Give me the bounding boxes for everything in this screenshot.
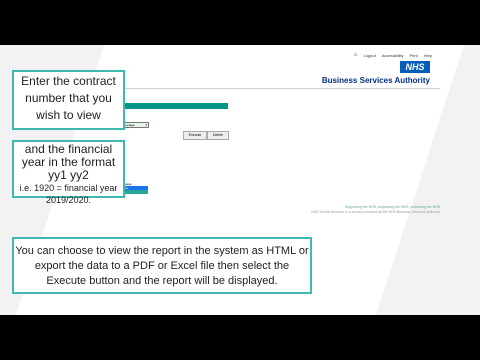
chevron-down-icon: ▾ (145, 122, 147, 127)
org-name: Business Services Authority (321, 76, 430, 85)
nav-help[interactable]: Help (424, 53, 432, 58)
delete-button[interactable]: Delete (207, 131, 229, 140)
execute-button[interactable]: Execute (183, 131, 207, 140)
callout-contract: Enter the contract number that you wish … (12, 70, 125, 130)
nav-logout[interactable]: Logout (364, 53, 376, 58)
top-navigation: ⌂ Logout Accessibility Print Help (354, 52, 432, 58)
callout-year-example: i.e. 1920 = financial year 2019/2020. (19, 183, 118, 205)
callout-output: You can choose to view the report in the… (12, 237, 312, 294)
header-divider (115, 88, 440, 89)
nav-print[interactable]: Print (410, 53, 418, 58)
nhs-logo: NHS (400, 61, 430, 73)
callout-year: and the financial year in the format yy1… (12, 140, 125, 205)
footer-line-1: Supporting the NHS, supporting the NHS, … (344, 205, 440, 209)
home-icon[interactable]: ⌂ (354, 52, 358, 58)
nav-accessibility[interactable]: Accessibility (382, 53, 404, 58)
footer-line-2: NHS Dental Services is a service provide… (311, 210, 440, 214)
callout-year-main: and the financial year in the format yy1… (21, 142, 116, 182)
